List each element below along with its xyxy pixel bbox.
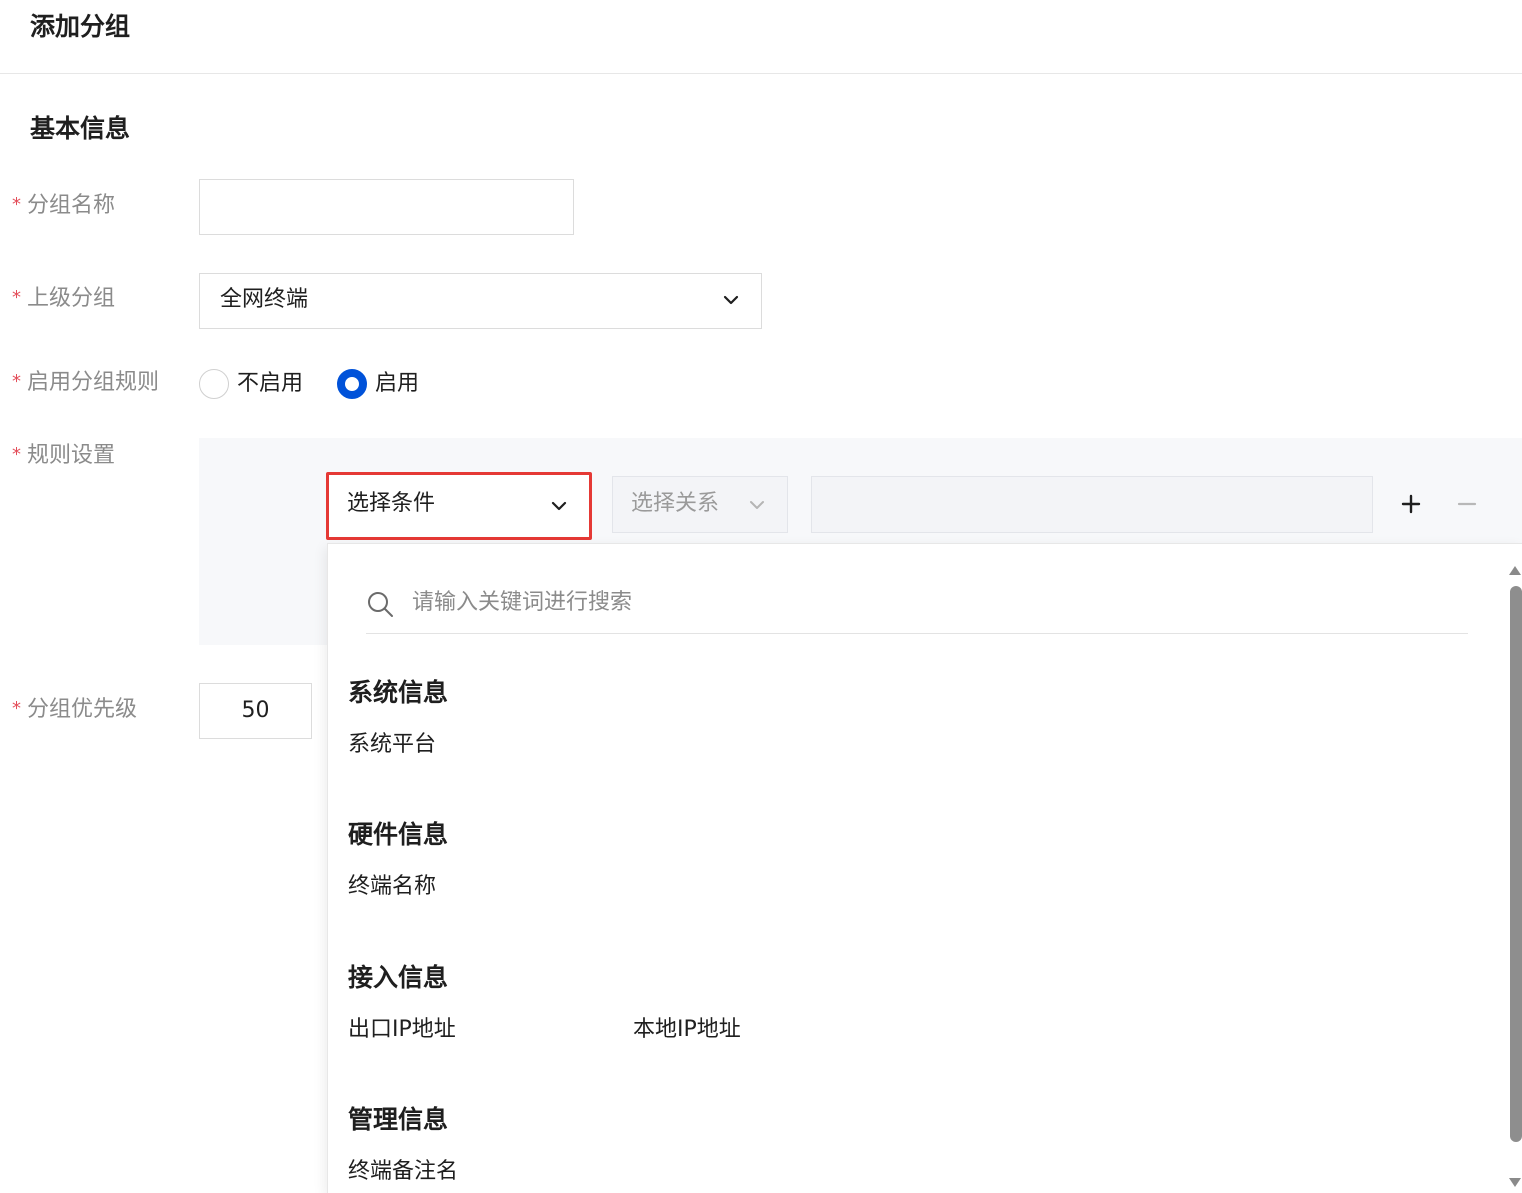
group-title-hardware: 硬件信息 xyxy=(348,820,449,849)
scrollbar-thumb[interactable] xyxy=(1510,586,1522,1142)
group-name-label: * 分组名称 xyxy=(12,190,115,221)
dropdown-search[interactable]: 请输入关键词进行搜索 xyxy=(366,584,1468,634)
add-group-page: 添加分组 基本信息 * 分组名称 * 上级分组 全网终端 * 启用分组规则 不启用 启… xyxy=(0,0,1522,1193)
option-item[interactable]: 终端备注名 xyxy=(348,1157,458,1187)
required-mark: * xyxy=(12,698,21,719)
scroll-up-arrow-icon[interactable] xyxy=(1509,566,1521,575)
search-icon xyxy=(368,592,393,617)
chevron-down-icon xyxy=(723,295,739,305)
option-item[interactable]: 本地IP地址 xyxy=(633,1015,741,1045)
option-item[interactable]: 出口IP地址 xyxy=(348,1015,456,1045)
group-title-access: 接入信息 xyxy=(348,963,449,992)
parent-group-value: 全网终端 xyxy=(220,287,309,312)
relation-select[interactable]: 选择关系 xyxy=(612,476,788,533)
option-item[interactable]: 系统平台 xyxy=(348,730,436,760)
required-mark: * xyxy=(12,194,21,215)
rule-settings-label-text: 规则设置 xyxy=(27,443,116,468)
priority-input[interactable]: 50 xyxy=(199,683,312,739)
rule-settings-label: * 规则设置 xyxy=(12,440,115,471)
required-mark: * xyxy=(12,371,21,392)
page-title: 添加分组 xyxy=(30,12,131,41)
page-header: 添加分组 xyxy=(0,0,1522,74)
group-name-input[interactable] xyxy=(199,179,574,235)
parent-group-select[interactable]: 全网终端 xyxy=(199,273,762,329)
enable-rules-label: * 启用分组规则 xyxy=(12,367,159,398)
required-mark: * xyxy=(12,287,21,308)
chevron-down-icon xyxy=(551,501,567,511)
required-mark: * xyxy=(12,444,21,465)
parent-group-label: * 上级分组 xyxy=(12,283,115,314)
radio-disable-rules[interactable]: 不启用 xyxy=(199,368,303,400)
scroll-down-arrow-icon[interactable] xyxy=(1509,1178,1521,1187)
radio-enable-rules[interactable]: 启用 xyxy=(337,368,419,400)
priority-label: * 分组优先级 xyxy=(12,694,137,725)
radio-circle-checked[interactable] xyxy=(337,369,367,399)
priority-label-text: 分组优先级 xyxy=(27,697,138,722)
option-item[interactable]: 终端名称 xyxy=(348,872,436,902)
condition-select[interactable]: 选择条件 xyxy=(326,472,592,540)
group-title-management: 管理信息 xyxy=(348,1105,449,1134)
group-name-label-text: 分组名称 xyxy=(27,193,116,218)
radio-label: 启用 xyxy=(375,371,420,396)
radio-label: 不启用 xyxy=(237,371,304,396)
search-placeholder: 请输入关键词进行搜索 xyxy=(412,590,633,615)
relation-select-value: 选择关系 xyxy=(631,491,720,516)
rule-value-input[interactable] xyxy=(811,476,1373,533)
enable-rules-label-text: 启用分组规则 xyxy=(27,370,160,395)
group-title-system: 系统信息 xyxy=(348,678,449,707)
minus-icon[interactable] xyxy=(1451,488,1483,520)
section-title-basic-info: 基本信息 xyxy=(30,114,131,143)
condition-dropdown: 请输入关键词进行搜索 系统信息 系统平台 硬件信息 终端名称 接入信息 出口IP… xyxy=(327,543,1522,1193)
parent-group-label-text: 上级分组 xyxy=(27,286,116,311)
chevron-down-icon xyxy=(750,501,764,509)
radio-circle-unchecked[interactable] xyxy=(199,369,229,399)
plus-icon[interactable] xyxy=(1395,488,1427,520)
condition-select-value: 选择条件 xyxy=(347,491,436,516)
